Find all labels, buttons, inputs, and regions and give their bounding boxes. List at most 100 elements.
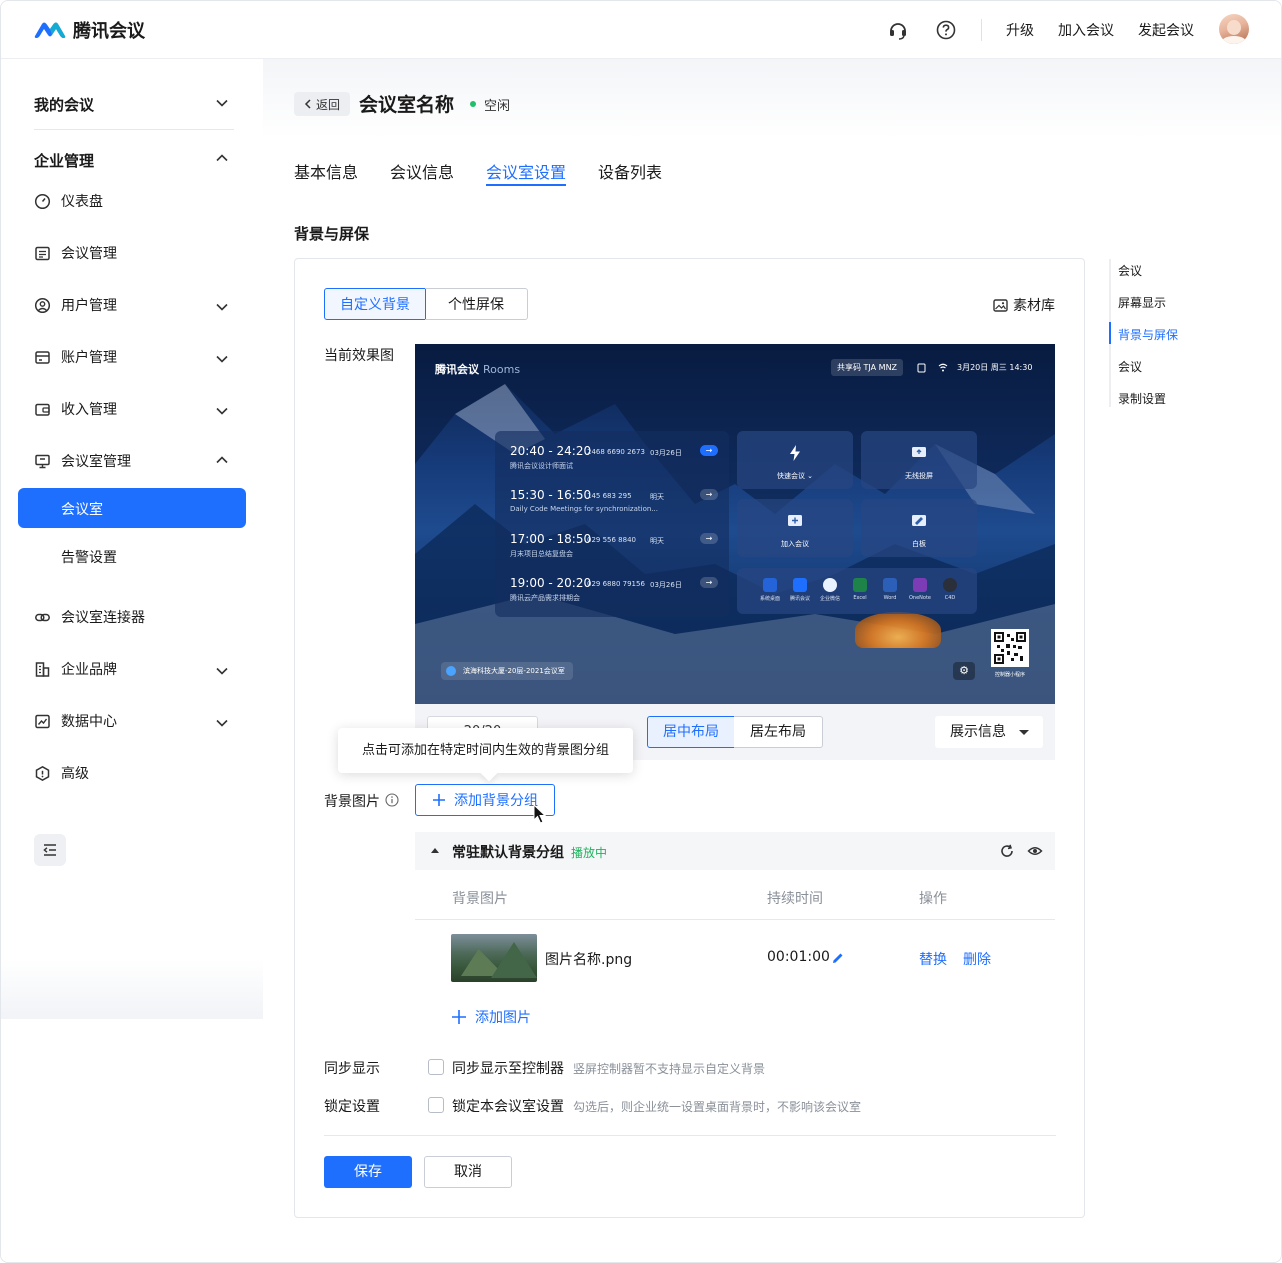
- preview-app-dock: 系统桌面 腾讯会议 企业微信 Excel Word OneNote C4D: [737, 568, 977, 614]
- mouse-cursor-icon: [533, 804, 547, 824]
- sidebar-item-alert-settings[interactable]: 告警设置: [61, 547, 117, 567]
- preview-datetime: 3月20日 周三 14:30: [957, 363, 1033, 372]
- eye-icon[interactable]: [1027, 843, 1043, 859]
- save-button[interactable]: 保存: [324, 1156, 412, 1188]
- sidebar-item-data-center[interactable]: 数据中心: [34, 711, 117, 731]
- wecom-icon: [823, 578, 837, 592]
- sync-display-checkbox[interactable]: [428, 1059, 444, 1075]
- add-group-tooltip: 点击可添加在特定时间内生效的背景图分组: [338, 728, 633, 773]
- whiteboard-icon: [912, 515, 926, 526]
- refresh-icon[interactable]: [999, 843, 1015, 859]
- edit-icon[interactable]: [831, 951, 845, 965]
- caret-up-icon[interactable]: [431, 848, 439, 853]
- preview-meeting-row: 17:00 - 18:50 029 556 8840 明天 月末项目总结复盘会 …: [510, 532, 720, 572]
- sidebar-item-rooms[interactable]: 会议室: [18, 488, 246, 528]
- chevron-down-icon[interactable]: [215, 352, 229, 366]
- dashboard-icon: [34, 193, 51, 209]
- chevron-up-icon[interactable]: [215, 453, 229, 467]
- app-name: 腾讯会议: [73, 21, 145, 42]
- arrow-right-icon: →: [700, 577, 718, 588]
- tab-basic-info[interactable]: 基本信息: [294, 159, 358, 183]
- add-image-button[interactable]: 添加图片: [451, 1007, 531, 1027]
- collapse-menu-icon: [43, 844, 56, 856]
- monitor-icon: [35, 454, 50, 468]
- group-status-badge: 播放中: [571, 846, 608, 860]
- cast-icon: [912, 447, 926, 457]
- replace-link[interactable]: 替换: [919, 949, 947, 969]
- sidebar-item-enterprise-brand[interactable]: 企业品牌: [34, 659, 117, 679]
- anchor-background-screensaver[interactable]: 背景与屏保: [1118, 326, 1178, 343]
- chevron-down-icon[interactable]: [215, 404, 229, 418]
- material-library-button[interactable]: 素材库: [993, 295, 1055, 315]
- tab-meeting-info[interactable]: 会议信息: [390, 159, 454, 183]
- sync-display-hint: 竖屏控制器暂不支持显示自定义背景: [573, 1062, 766, 1076]
- background-preview: 腾讯会议 Rooms 共享码 TJA MNZ 3月20日 周三 14:30 20:…: [415, 344, 1055, 704]
- anchor-screen-display[interactable]: 屏幕显示: [1118, 294, 1166, 311]
- sidebar-item-meeting-management[interactable]: 会议管理: [34, 243, 117, 263]
- info-icon[interactable]: [385, 793, 399, 807]
- chevron-down-icon[interactable]: [215, 716, 229, 730]
- lock-settings-checkbox[interactable]: [428, 1097, 444, 1113]
- chevron-up-icon[interactable]: [215, 151, 229, 165]
- shield-icon: [35, 765, 50, 781]
- join-meeting-link[interactable]: 加入会议: [1058, 20, 1114, 40]
- start-meeting-link[interactable]: 发起会议: [1138, 20, 1194, 40]
- chevron-down-icon[interactable]: [215, 96, 229, 110]
- anchor-meeting-2[interactable]: 会议: [1118, 358, 1142, 375]
- chevron-left-icon: [304, 99, 311, 109]
- arrow-right-icon: →: [700, 489, 718, 500]
- user-avatar[interactable]: [1219, 14, 1249, 44]
- tab-device-list[interactable]: 设备列表: [598, 159, 662, 183]
- back-button[interactable]: 返回: [294, 92, 350, 116]
- tab-room-settings[interactable]: 会议室设置: [486, 159, 566, 183]
- sidebar: 我的会议 企业管理 仪表盘 会议管理 用户管理 账户管理 收入管理 会议室管理 …: [1, 59, 263, 1262]
- anchor-meeting[interactable]: 会议: [1118, 262, 1142, 279]
- chevron-down-icon[interactable]: [215, 300, 229, 314]
- sidebar-item-advanced[interactable]: 高级: [34, 763, 89, 783]
- sync-display-checkbox-label[interactable]: 同步显示至控制器: [452, 1058, 564, 1078]
- sidebar-collapse-button[interactable]: [34, 834, 66, 866]
- onenote-icon: [913, 578, 927, 592]
- sidebar-group-enterprise[interactable]: 企业管理: [34, 150, 94, 171]
- sidebar-group-my-meetings[interactable]: 我的会议: [34, 94, 94, 115]
- sidebar-item-room-management[interactable]: 会议室管理: [34, 451, 131, 471]
- seg-custom-background[interactable]: 自定义背景: [324, 288, 426, 320]
- sidebar-divider: [34, 129, 234, 130]
- preview-location: 滨海科技大厦-20层-2021会议室: [441, 662, 573, 680]
- sidebar-item-dashboard[interactable]: 仪表盘: [34, 191, 103, 211]
- app-window: 腾讯会议 升级 加入会议 发起会议 我的会议 企业管理 仪表盘 会议管理 用户管…: [0, 0, 1282, 1263]
- display-info-select[interactable]: 展示信息: [935, 716, 1043, 748]
- lock-settings-checkbox-label[interactable]: 锁定本会议室设置: [452, 1096, 564, 1116]
- upgrade-link[interactable]: 升级: [1006, 20, 1034, 40]
- lock-settings-hint: 勾选后，则企业统一设置桌面背景时，不影响该会议室: [573, 1100, 862, 1114]
- app-logo[interactable]: 腾讯会议: [33, 17, 145, 43]
- delete-link[interactable]: 删除: [963, 949, 991, 969]
- sidebar-item-room-connector[interactable]: 会议室连接器: [34, 607, 145, 627]
- preview-brand: 腾讯会议 Rooms: [435, 363, 521, 376]
- sidebar-item-income-management[interactable]: 收入管理: [34, 399, 117, 419]
- chevron-down-icon[interactable]: [215, 664, 229, 678]
- tab-active-indicator: [486, 184, 566, 186]
- windows-icon: [763, 578, 777, 592]
- layout-center-button[interactable]: 居中布局: [647, 716, 735, 748]
- image-duration: 00:01:00: [767, 949, 830, 965]
- plus-box-icon: [788, 515, 802, 526]
- page-title: 会议室名称: [359, 94, 455, 116]
- plus-icon: [433, 794, 445, 806]
- sidebar-item-account-management[interactable]: 账户管理: [34, 347, 117, 367]
- status-badge: 空闲: [484, 99, 511, 114]
- preview-tile-join-meeting: 加入会议: [737, 499, 853, 557]
- layout-left-button[interactable]: 居左布局: [734, 716, 823, 748]
- anchor-recording-settings[interactable]: 录制设置: [1118, 390, 1166, 407]
- help-icon[interactable]: [935, 19, 957, 41]
- sidebar-item-user-management[interactable]: 用户管理: [34, 295, 117, 315]
- preview-share-code: 共享码 TJA MNZ: [831, 359, 904, 376]
- card-icon: [35, 350, 50, 364]
- word-icon: [883, 578, 897, 592]
- table-header-image: 背景图片: [452, 891, 508, 907]
- current-effect-label: 当前效果图: [324, 348, 394, 364]
- headset-icon[interactable]: [887, 19, 909, 41]
- seg-screensaver[interactable]: 个性屏保: [425, 288, 528, 320]
- table-header-actions: 操作: [919, 891, 947, 907]
- cancel-button[interactable]: 取消: [424, 1156, 512, 1188]
